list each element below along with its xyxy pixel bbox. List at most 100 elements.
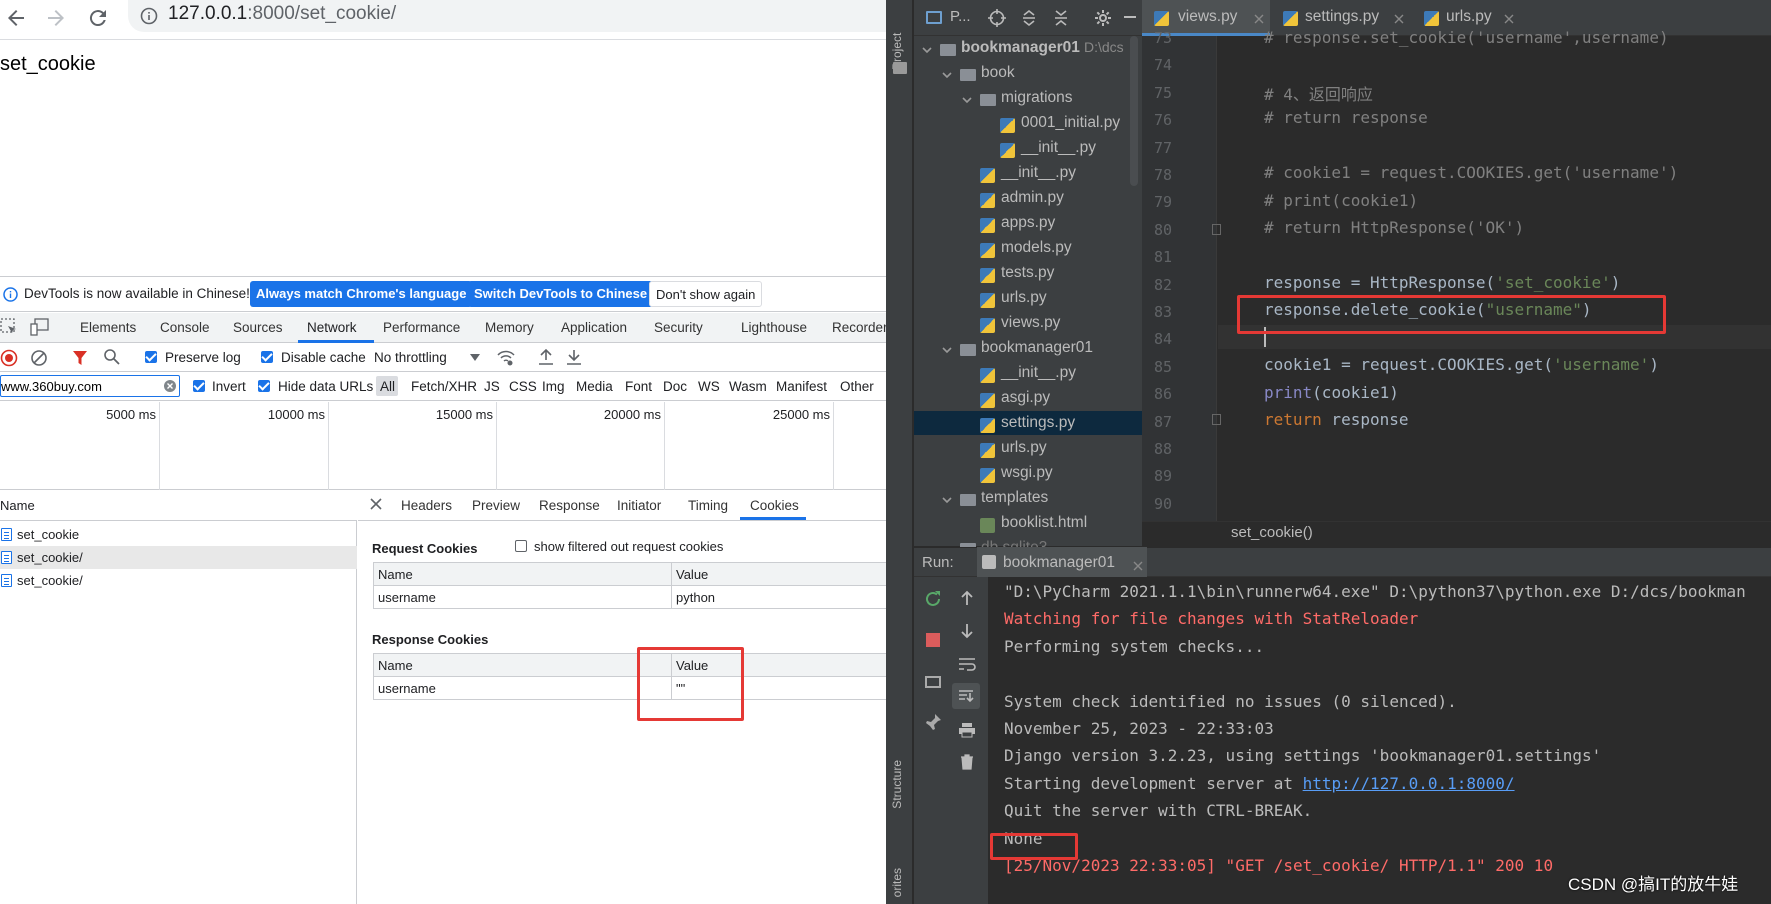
filter-type-doc[interactable]: Doc bbox=[663, 379, 687, 394]
tree-item[interactable]: models.py bbox=[1001, 239, 1072, 257]
scroll-up-icon[interactable] bbox=[960, 590, 974, 606]
structure-tool-label[interactable]: Structure bbox=[890, 760, 912, 809]
chevron-down-icon[interactable] bbox=[470, 354, 480, 362]
back-arrow-icon[interactable] bbox=[4, 6, 28, 30]
cookie-value-header[interactable]: Value bbox=[671, 562, 893, 586]
detail-tab-headers[interactable]: Headers bbox=[401, 498, 452, 513]
tab-sources[interactable]: Sources bbox=[233, 320, 283, 335]
filter-type-wasm[interactable]: Wasm bbox=[729, 379, 767, 394]
switch-devtools-chinese-button[interactable]: Switch DevTools to Chinese bbox=[468, 281, 654, 307]
filter-type-other[interactable]: Other bbox=[840, 379, 874, 394]
tree-item[interactable]: urls.py bbox=[1001, 289, 1047, 307]
tree-item[interactable]: booklist.html bbox=[1001, 514, 1087, 532]
name-column-header[interactable]: Name bbox=[0, 498, 35, 513]
cookie-name-cell[interactable]: username bbox=[373, 585, 672, 609]
detail-tab-cookies[interactable]: Cookies bbox=[750, 498, 799, 513]
invert-checkbox[interactable] bbox=[193, 380, 205, 392]
print-icon[interactable] bbox=[958, 722, 976, 738]
breadcrumb[interactable]: set_cookie() bbox=[1231, 524, 1313, 541]
soft-wrap-icon[interactable] bbox=[958, 656, 976, 672]
preserve-log-checkbox[interactable] bbox=[145, 351, 157, 363]
collapse-all-icon[interactable] bbox=[1053, 9, 1069, 27]
filter-type-img[interactable]: Img bbox=[542, 379, 565, 394]
tab-network[interactable]: Network bbox=[307, 320, 357, 335]
filter-type-media[interactable]: Media bbox=[576, 379, 613, 394]
tree-item[interactable]: asgi.py bbox=[1001, 389, 1050, 407]
close-icon[interactable] bbox=[369, 497, 383, 511]
device-toolbar-icon[interactable] bbox=[30, 318, 50, 336]
cookie-name-header[interactable]: Name bbox=[373, 653, 672, 677]
filter-type-css[interactable]: CSS bbox=[509, 379, 537, 394]
detail-tab-timing[interactable]: Timing bbox=[688, 498, 728, 513]
always-match-language-button[interactable]: Always match Chrome's language bbox=[250, 281, 473, 307]
disable-cache-checkbox[interactable] bbox=[261, 351, 273, 363]
url-text[interactable]: 127.0.0.1:8000/set_cookie/ bbox=[168, 3, 396, 25]
stop-icon[interactable] bbox=[926, 633, 940, 647]
locate-file-icon[interactable] bbox=[988, 9, 1006, 27]
project-tool-label[interactable]: Project bbox=[890, 10, 912, 70]
request-row[interactable]: set_cookie bbox=[0, 523, 357, 546]
tree-item[interactable]: migrations bbox=[1001, 89, 1073, 107]
filter-type-all[interactable]: All bbox=[380, 379, 395, 394]
tree-item[interactable]: urls.py bbox=[1001, 439, 1047, 457]
chevron-down-icon[interactable] bbox=[942, 495, 952, 505]
filter-type-font[interactable]: Font bbox=[625, 379, 652, 394]
tree-item[interactable]: bookmanager01 bbox=[981, 339, 1093, 357]
project-view-dropdown[interactable]: P... bbox=[950, 8, 971, 25]
tree-item[interactable]: apps.py bbox=[1001, 214, 1055, 232]
tab-console[interactable]: Console bbox=[160, 320, 210, 335]
expand-all-icon[interactable] bbox=[1021, 9, 1037, 27]
tree-item[interactable]: bookmanager01 bbox=[961, 39, 1080, 57]
chevron-down-icon[interactable] bbox=[942, 345, 952, 355]
cookie-name-cell[interactable]: username bbox=[373, 676, 672, 700]
detail-tab-response[interactable]: Response bbox=[539, 498, 600, 513]
throttling-select[interactable]: No throttling bbox=[374, 350, 447, 365]
request-row-selected[interactable]: set_cookie/ bbox=[0, 546, 357, 569]
reload-icon[interactable] bbox=[86, 6, 110, 30]
filter-type-js[interactable]: JS bbox=[484, 379, 500, 394]
scroll-down-icon[interactable] bbox=[960, 623, 974, 639]
rerun-icon[interactable] bbox=[924, 590, 942, 608]
request-row[interactable]: set_cookie/ bbox=[0, 569, 357, 592]
forward-arrow-icon[interactable] bbox=[44, 6, 68, 30]
trash-icon[interactable] bbox=[960, 754, 974, 770]
chevron-down-icon[interactable] bbox=[962, 95, 972, 105]
close-tab-icon[interactable] bbox=[1254, 14, 1264, 24]
dont-show-again-button[interactable]: Don't show again bbox=[649, 281, 763, 307]
gear-icon[interactable] bbox=[1094, 9, 1112, 27]
cookie-name-header[interactable]: Name bbox=[373, 562, 672, 586]
editor-tab-urls[interactable]: urls.py bbox=[1446, 8, 1492, 26]
tree-item[interactable]: wsgi.py bbox=[1001, 464, 1053, 482]
tree-item[interactable]: views.py bbox=[1001, 314, 1060, 332]
tab-lighthouse[interactable]: Lighthouse bbox=[741, 320, 807, 335]
tree-item[interactable]: tests.py bbox=[1001, 264, 1054, 282]
hide-data-urls-checkbox[interactable] bbox=[258, 380, 270, 392]
tab-performance[interactable]: Performance bbox=[383, 320, 460, 335]
favorites-tool-label[interactable]: orites bbox=[890, 868, 912, 897]
filter-input[interactable] bbox=[0, 375, 180, 397]
close-tab-icon[interactable] bbox=[1504, 14, 1514, 24]
record-stop-icon[interactable] bbox=[0, 349, 18, 367]
tab-security[interactable]: Security bbox=[654, 320, 703, 335]
fold-marker-icon[interactable] bbox=[1212, 414, 1221, 425]
clear-filter-icon[interactable] bbox=[163, 379, 177, 393]
filter-type-ws[interactable]: WS bbox=[698, 379, 720, 394]
fold-marker-icon[interactable] bbox=[1212, 224, 1221, 235]
show-filtered-checkbox[interactable] bbox=[515, 540, 527, 552]
tree-item[interactable]: admin.py bbox=[1001, 189, 1064, 207]
tree-item[interactable]: 0001_initial.py bbox=[1021, 114, 1120, 132]
search-icon[interactable] bbox=[103, 348, 121, 366]
tab-recorder[interactable]: Recorder bbox=[832, 320, 888, 335]
chevron-down-icon[interactable] bbox=[942, 70, 952, 80]
detail-tab-preview[interactable]: Preview bbox=[472, 498, 520, 513]
layout-icon[interactable] bbox=[925, 676, 941, 688]
detail-tab-initiator[interactable]: Initiator bbox=[617, 498, 661, 513]
tab-elements[interactable]: Elements bbox=[80, 320, 136, 335]
editor-tab-settings[interactable]: settings.py bbox=[1305, 8, 1379, 26]
tree-item[interactable]: __init__.py bbox=[1021, 139, 1096, 157]
network-conditions-icon[interactable] bbox=[496, 349, 516, 367]
tree-item[interactable]: settings.py bbox=[1001, 414, 1075, 432]
minimize-icon[interactable] bbox=[1124, 16, 1136, 18]
pin-icon[interactable] bbox=[924, 713, 942, 731]
tab-memory[interactable]: Memory bbox=[485, 320, 534, 335]
